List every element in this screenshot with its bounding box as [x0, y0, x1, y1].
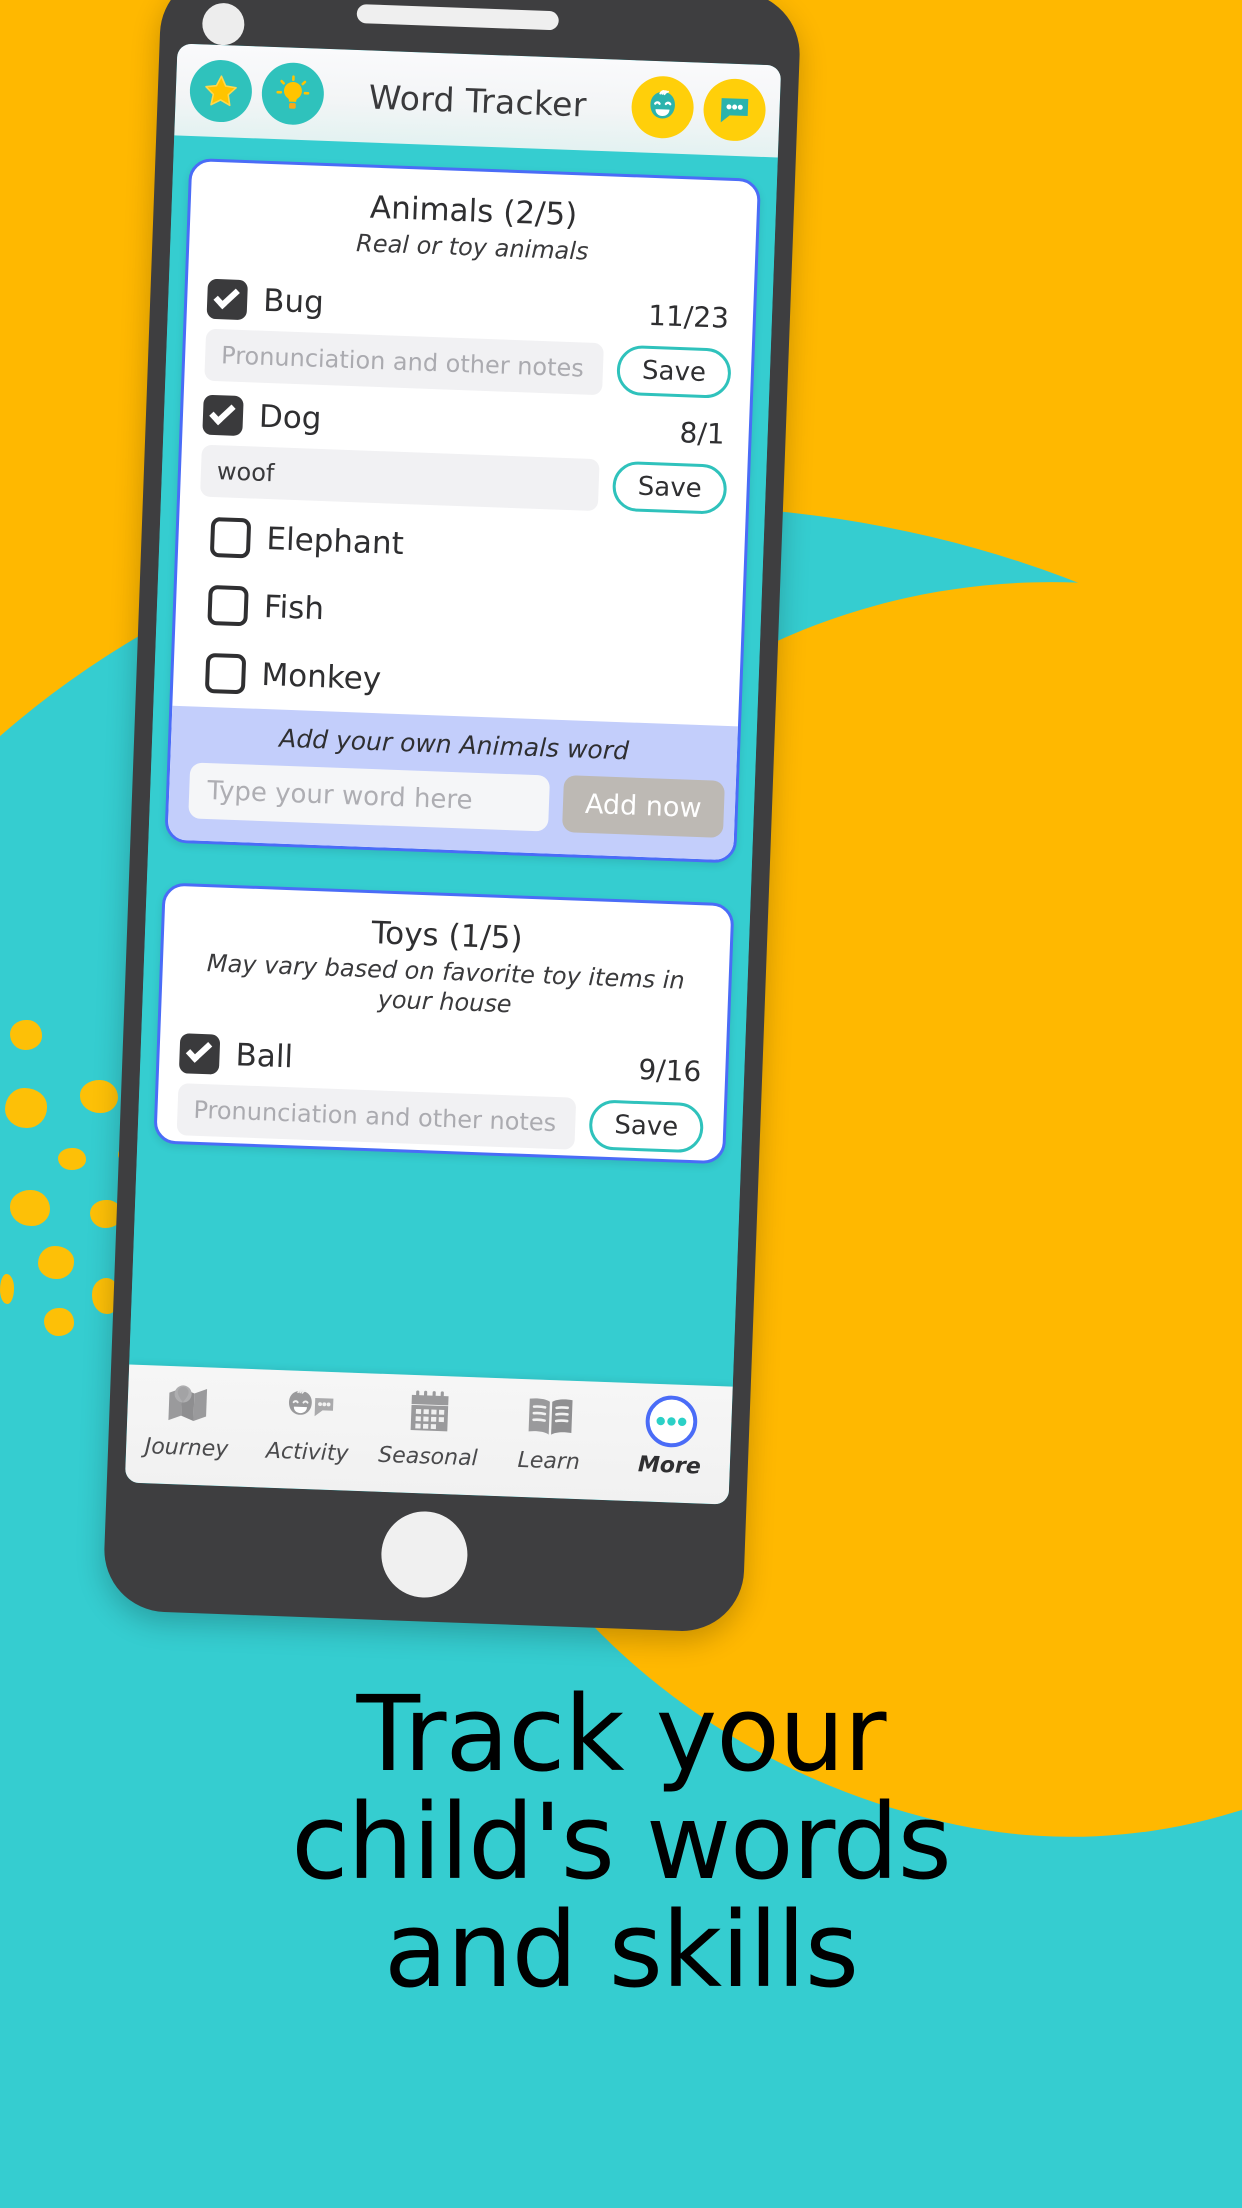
three-dots-circle-icon — [642, 1391, 700, 1451]
nav-item-seasonal[interactable]: Seasonal — [369, 1381, 490, 1471]
nav-item-label: Journey — [144, 1434, 229, 1463]
baby-face-chat-icon — [279, 1378, 339, 1438]
promo-headline: Track your child's words and skills — [0, 1673, 1242, 2012]
decorative-dot — [38, 1246, 74, 1279]
word-date: 8/1 — [679, 415, 726, 451]
word-checkbox[interactable] — [207, 585, 249, 627]
word-list-scroll-area[interactable]: Animals (2/5) Real or toy animals Bug 11/23… — [124, 135, 778, 1505]
decorative-dot — [0, 1274, 14, 1304]
word-date: 11/23 — [647, 298, 730, 335]
word-label: Monkey — [260, 657, 382, 698]
decorative-dot — [44, 1308, 74, 1336]
check-icon — [209, 399, 236, 425]
decorative-dot — [10, 1020, 42, 1050]
word-row-header: Dog 8/1 — [202, 394, 729, 454]
add-own-word-section: Add your own Animals word Add now — [167, 705, 738, 861]
promo-screenshot: Word Tracker Animals (2/5) Real or toy a… — [0, 0, 1242, 2208]
word-checkbox[interactable] — [209, 517, 252, 559]
word-label: Elephant — [265, 521, 405, 563]
decorative-dot — [80, 1080, 118, 1113]
save-button[interactable]: Save — [616, 345, 732, 400]
map-icon — [162, 1374, 214, 1434]
add-now-button[interactable]: Add now — [561, 775, 725, 839]
nav-item-label: Activity — [265, 1438, 350, 1467]
open-book-icon — [523, 1387, 577, 1447]
word-row-header: Bug 11/23 — [206, 278, 734, 338]
word-category-card: Animals (2/5) Real or toy animals Bug 11/23… — [164, 157, 762, 864]
headline-line-1: Track your — [356, 1673, 886, 1795]
check-icon — [213, 283, 240, 310]
calendar-icon — [404, 1383, 456, 1443]
decorative-dot — [58, 1148, 86, 1170]
decorative-dot — [10, 1190, 50, 1226]
decorative-dot — [5, 1088, 47, 1128]
app-title: Word Tracker — [368, 76, 588, 124]
chat-bubble-icon[interactable] — [702, 77, 767, 143]
word-note-input[interactable] — [204, 328, 605, 396]
star-icon[interactable] — [188, 58, 254, 124]
word-note-input[interactable] — [176, 1082, 577, 1150]
phone-screen: Word Tracker Animals (2/5) Real or toy a… — [124, 43, 782, 1505]
nav-item-label: Learn — [517, 1447, 581, 1476]
word-row-header: Ball 9/16 — [178, 1032, 706, 1092]
save-button[interactable]: Save — [588, 1099, 705, 1154]
nav-item-label: More — [637, 1452, 702, 1480]
word-category-card: Toys (1/5) May vary based on favorite toy… — [153, 882, 735, 1165]
word-checkbox[interactable] — [202, 394, 244, 437]
headline-line-2: child's words — [291, 1781, 952, 1904]
nav-item-more[interactable]: More — [610, 1390, 731, 1480]
headline-line-3: and skills — [384, 1889, 859, 2012]
bottom-navigation: Journey Activity Seasonal Learn More — [124, 1364, 733, 1505]
word-date: 9/16 — [637, 1053, 702, 1089]
check-icon — [185, 1037, 213, 1064]
word-checkbox[interactable] — [204, 653, 247, 695]
word-label: Ball — [234, 1037, 294, 1076]
lightbulb-icon[interactable] — [260, 61, 325, 126]
word-label: Fish — [263, 589, 325, 628]
baby-face-icon[interactable] — [630, 75, 695, 140]
app-header-actions — [630, 75, 767, 143]
nav-item-learn[interactable]: Learn — [489, 1386, 610, 1476]
word-row: Dog 8/1 Save — [180, 386, 750, 523]
add-own-word-input[interactable] — [188, 762, 551, 832]
nav-item-journey[interactable]: Journey — [127, 1373, 248, 1463]
nav-item-activity[interactable]: Activity — [248, 1377, 369, 1467]
phone-mockup: Word Tracker Animals (2/5) Real or toy a… — [102, 0, 802, 1634]
word-checkbox[interactable] — [206, 278, 248, 321]
word-checkbox[interactable] — [178, 1032, 221, 1075]
word-row: Ball 9/16 Save — [156, 1024, 726, 1161]
save-button[interactable]: Save — [611, 460, 728, 516]
word-note-input[interactable] — [200, 444, 600, 512]
add-own-title: Add your own Animals word — [278, 723, 630, 766]
word-label: Bug — [262, 283, 325, 322]
nav-item-label: Seasonal — [377, 1442, 479, 1472]
word-label: Dog — [258, 398, 323, 438]
word-row: Bug 11/23 Save — [184, 270, 754, 407]
